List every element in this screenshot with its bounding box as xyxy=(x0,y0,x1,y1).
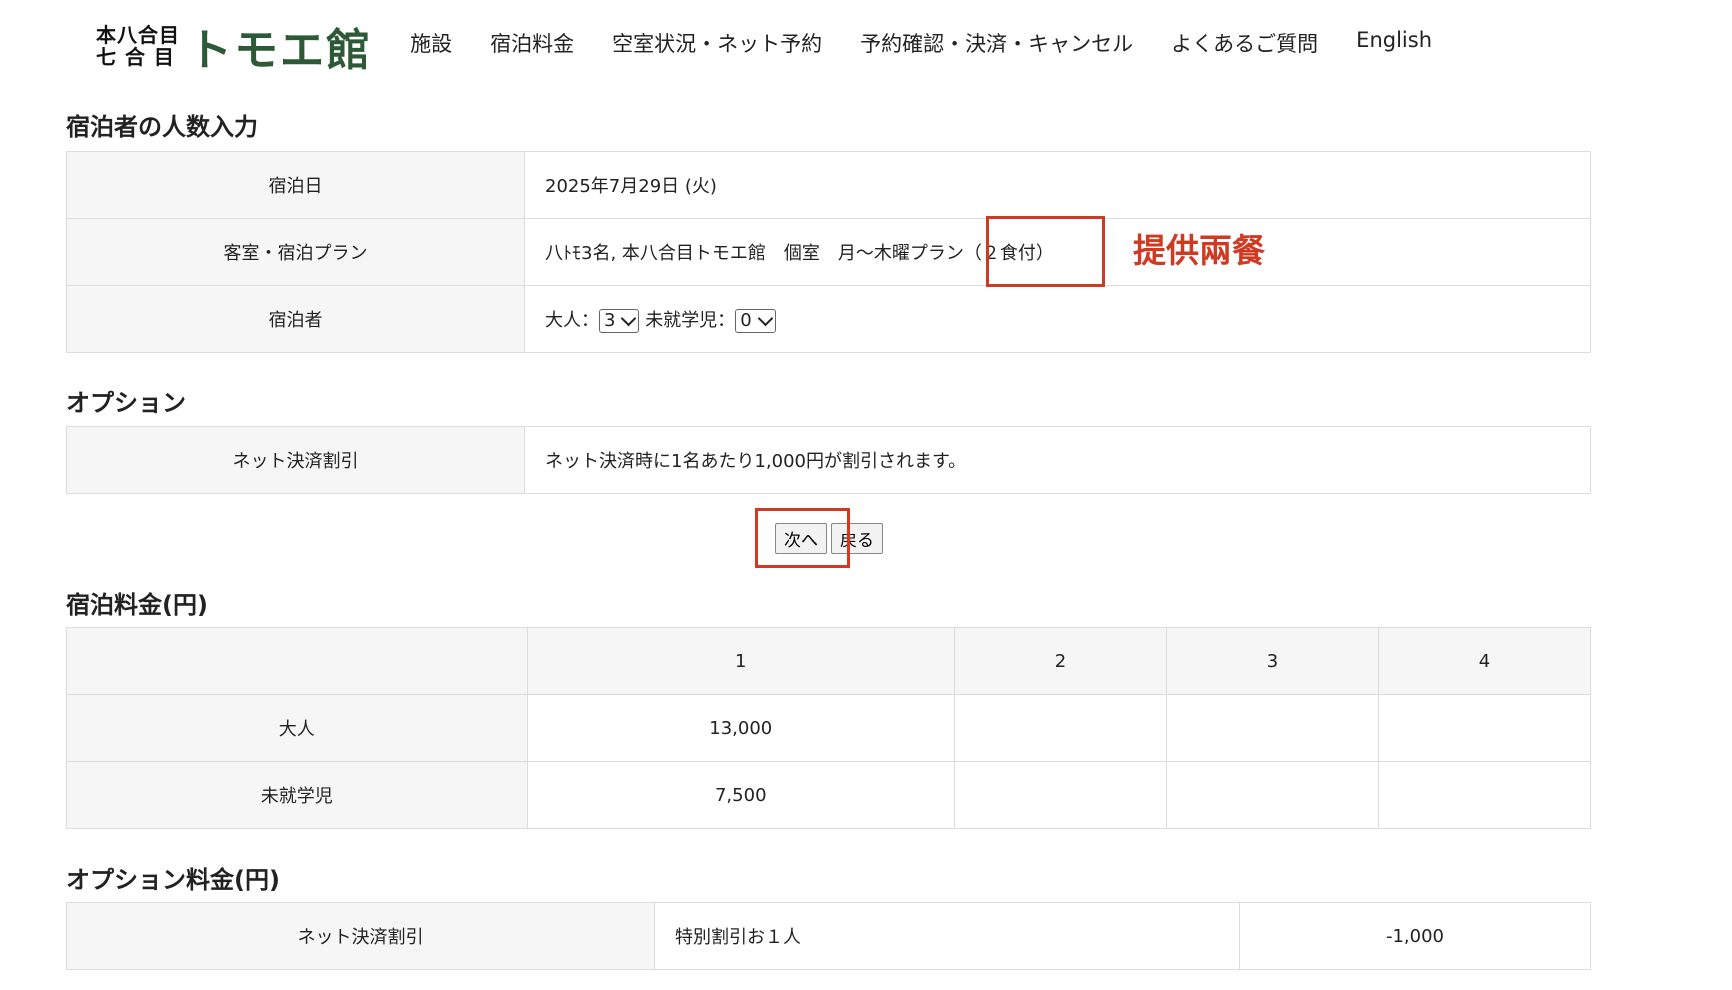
nav-availability[interactable]: 空室状況・ネット予約 xyxy=(612,28,822,58)
price-col-1: 1 xyxy=(526,627,955,695)
chevron-down-icon xyxy=(621,310,637,326)
price-cell xyxy=(953,761,1167,829)
option-price-label: ネット決済割引 xyxy=(66,902,655,970)
adult-label: 大人： xyxy=(545,309,599,331)
price-cell: 13,000 xyxy=(526,694,955,762)
nav-rates[interactable]: 宿泊料金 xyxy=(490,28,574,58)
option-price-table: ネット決済割引 特別割引お１人 -1,000 xyxy=(66,902,1591,970)
price-cell: 7,500 xyxy=(526,761,955,829)
nav-facility[interactable]: 施設 xyxy=(410,28,452,58)
child-label: 未就学児： xyxy=(645,309,736,331)
logo-big-text: トモエ館 xyxy=(188,25,372,76)
page: 本八合目 七 合 目 トモエ館 施設 宿泊料金 空室状況・ネット予約 予約確認・… xyxy=(0,0,1732,990)
option-price-amount: -1,000 xyxy=(1239,902,1591,970)
price-cell xyxy=(953,694,1167,762)
price-cell xyxy=(1377,761,1592,829)
option-price-row: ネット決済割引 特別割引お１人 -1,000 xyxy=(66,902,1591,970)
option-table: ネット決済割引 ネット決済時に1名あたり1,000円が割引されます。 xyxy=(66,426,1591,494)
child-select-value: 0 xyxy=(740,310,752,331)
price-cell xyxy=(1165,694,1379,762)
top-nav: 施設 宿泊料金 空室状況・ネット予約 予約確認・決済・キャンセル よくあるご質問… xyxy=(410,28,1432,58)
price-row-child: 未就学児 7,500 xyxy=(66,761,1592,829)
annotation-next-box xyxy=(755,508,850,568)
annotation-text: 提供兩餐 xyxy=(1133,231,1265,270)
logo[interactable]: 本八合目 七 合 目 トモエ館 xyxy=(96,18,372,76)
option-label: ネット決済割引 xyxy=(66,426,525,494)
price-cell xyxy=(1377,694,1592,762)
nav-english[interactable]: English xyxy=(1356,28,1432,58)
guest-table: 宿泊日 2025年7月29日 (火) 客室・宿泊プラン 八ﾄﾓ3名, 本八合目ト… xyxy=(66,151,1591,353)
price-col-4: 4 xyxy=(1377,627,1592,695)
price-cell xyxy=(1165,761,1379,829)
date-row: 宿泊日 2025年7月29日 (火) xyxy=(66,151,1591,219)
price-table: 1 2 3 4 大人 13,000 未就学児 7,500 xyxy=(66,627,1592,829)
adult-select-value: 3 xyxy=(604,310,616,331)
logo-small-text: 本八合目 七 合 目 xyxy=(96,24,180,68)
guest-section-title: 宿泊者の人数入力 xyxy=(66,113,258,141)
price-header-empty xyxy=(66,627,528,695)
nav-reservation-check[interactable]: 予約確認・決済・キャンセル xyxy=(860,28,1133,58)
price-row-label: 大人 xyxy=(66,694,528,762)
option-value: ネット決済時に1名あたり1,000円が割引されます。 xyxy=(524,426,1591,494)
logo-line2: 七 合 目 xyxy=(96,45,175,69)
option-price-section-title: オプション料金(円) xyxy=(66,866,280,894)
price-header-row: 1 2 3 4 xyxy=(66,627,1592,695)
plan-label: 客室・宿泊プラン xyxy=(66,218,525,286)
chevron-down-icon xyxy=(757,310,773,326)
plan-row: 客室・宿泊プラン 八ﾄﾓ3名, 本八合目トモエ館 個室 月〜木曜プラン（２食付） xyxy=(66,218,1591,286)
annotation-meal-box xyxy=(986,216,1105,287)
date-label: 宿泊日 xyxy=(66,151,525,219)
price-col-3: 3 xyxy=(1165,627,1379,695)
option-price-desc: 特別割引お１人 xyxy=(654,902,1240,970)
price-section-title: 宿泊料金(円) xyxy=(66,591,208,619)
price-row-label: 未就学児 xyxy=(66,761,528,829)
guests-row: 宿泊者 大人： 3 未就学児： 0 xyxy=(66,285,1591,353)
child-select[interactable]: 0 xyxy=(735,308,776,333)
guests-value: 大人： 3 未就学児： 0 xyxy=(524,285,1591,353)
date-value: 2025年7月29日 (火) xyxy=(524,151,1591,219)
guests-label: 宿泊者 xyxy=(66,285,525,353)
price-col-2: 2 xyxy=(953,627,1167,695)
nav-faq[interactable]: よくあるご質問 xyxy=(1171,28,1318,58)
logo-line1: 本八合目 xyxy=(96,23,180,47)
option-row: ネット決済割引 ネット決済時に1名あたり1,000円が割引されます。 xyxy=(66,426,1591,494)
adult-select[interactable]: 3 xyxy=(599,308,640,333)
price-row-adult: 大人 13,000 xyxy=(66,694,1592,762)
option-section-title: オプション xyxy=(66,389,186,417)
